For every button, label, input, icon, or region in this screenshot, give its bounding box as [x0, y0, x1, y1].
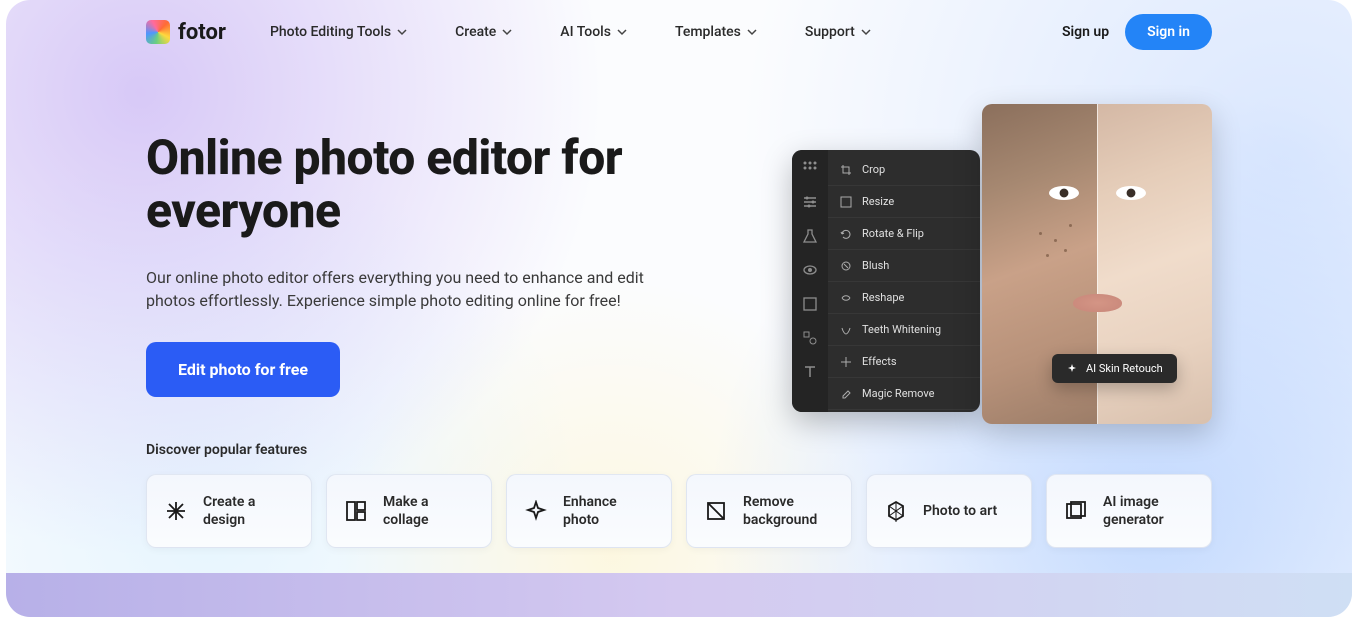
- feature-enhance-photo[interactable]: Enhance photo: [506, 474, 672, 548]
- chevron-down-icon: [397, 27, 407, 37]
- menu-label: Rotate & Flip: [862, 227, 924, 240]
- menu-reshape[interactable]: Reshape: [828, 282, 980, 314]
- ai-skin-retouch-badge: AI Skin Retouch: [1052, 354, 1177, 383]
- menu-blush[interactable]: Blush: [828, 250, 980, 282]
- menu-magic-remove[interactable]: Magic Remove: [828, 378, 980, 410]
- logo[interactable]: fotor: [146, 20, 226, 45]
- menu-label: Reshape: [862, 291, 904, 304]
- freckle-icon: [1046, 254, 1049, 257]
- chevron-down-icon: [617, 27, 627, 37]
- art-icon: [885, 500, 907, 522]
- feature-label: Photo to art: [923, 502, 997, 520]
- flask-icon: [802, 228, 818, 244]
- freckle-icon: [1054, 239, 1057, 242]
- nav-create[interactable]: Create: [455, 24, 512, 40]
- nav-ai-tools[interactable]: AI Tools: [560, 24, 627, 40]
- ai-image-icon: [1065, 500, 1087, 522]
- chevron-down-icon: [747, 27, 757, 37]
- nav-templates[interactable]: Templates: [675, 24, 757, 40]
- menu-label: Teeth Whitening: [862, 323, 941, 336]
- lips-icon: [1074, 294, 1122, 312]
- feature-create-design[interactable]: Create a design: [146, 474, 312, 548]
- effects-icon: [840, 356, 852, 368]
- nav-support[interactable]: Support: [805, 24, 871, 40]
- signin-button[interactable]: Sign in: [1125, 14, 1212, 50]
- eye-icon: [802, 262, 818, 278]
- hero-content: Online photo editor for everyone Our onl…: [146, 104, 752, 412]
- page-subtitle: Our online photo editor offers everythin…: [146, 266, 666, 312]
- sliders-icon: [802, 194, 818, 210]
- eraser-icon: [840, 388, 852, 400]
- feature-label: AI image generator: [1103, 493, 1193, 529]
- feature-label: Enhance photo: [563, 493, 653, 529]
- freckle-icon: [1064, 249, 1067, 252]
- teeth-icon: [840, 324, 852, 336]
- signup-link[interactable]: Sign up: [1062, 24, 1109, 40]
- grid-icon: [802, 160, 818, 176]
- feature-make-collage[interactable]: Make a collage: [326, 474, 492, 548]
- feature-remove-background[interactable]: Remove background: [686, 474, 852, 548]
- hero-preview: Crop Resize Rotate & Flip Blush Reshape …: [792, 104, 1212, 412]
- eye-icon: [1049, 186, 1079, 200]
- logo-text: fotor: [178, 20, 226, 45]
- menu-effects[interactable]: Effects: [828, 346, 980, 378]
- feature-ai-image-generator[interactable]: AI image generator: [1046, 474, 1212, 548]
- feature-photo-to-art[interactable]: Photo to art: [866, 474, 1032, 548]
- resize-icon: [840, 196, 852, 208]
- nav-label: Support: [805, 24, 855, 40]
- menu-teeth[interactable]: Teeth Whitening: [828, 314, 980, 346]
- text-icon: [802, 364, 818, 380]
- freckle-icon: [1039, 232, 1042, 235]
- logo-mark-icon: [146, 20, 170, 44]
- feature-label: Remove background: [743, 493, 833, 529]
- nav-label: Create: [455, 24, 496, 40]
- features-heading: Discover popular features: [146, 442, 1212, 458]
- hero-section: Online photo editor for everyone Our onl…: [6, 64, 1352, 412]
- editor-panel-mockup: Crop Resize Rotate & Flip Blush Reshape …: [792, 150, 980, 412]
- nav-label: AI Tools: [560, 24, 611, 40]
- chevron-down-icon: [502, 27, 512, 37]
- sparkle-icon: [525, 500, 547, 522]
- badge-label: AI Skin Retouch: [1086, 362, 1163, 375]
- edit-photo-cta-button[interactable]: Edit photo for free: [146, 342, 340, 397]
- feature-label: Create a design: [203, 493, 293, 529]
- rotate-icon: [840, 228, 852, 240]
- remove-bg-icon: [705, 500, 727, 522]
- collage-icon: [345, 500, 367, 522]
- feature-label: Make a collage: [383, 493, 473, 529]
- features-row: Create a design Make a collage Enhance p…: [146, 474, 1212, 548]
- editor-menu-list: Crop Resize Rotate & Flip Blush Reshape …: [828, 150, 980, 412]
- editor-icon-column: [792, 150, 828, 412]
- reshape-icon: [840, 292, 852, 304]
- nav-photo-editing-tools[interactable]: Photo Editing Tools: [270, 24, 407, 40]
- freckle-icon: [1069, 224, 1072, 227]
- footer-gradient-strip: [6, 573, 1352, 617]
- menu-label: Resize: [862, 195, 894, 208]
- nav-label: Photo Editing Tools: [270, 24, 391, 40]
- nav-label: Templates: [675, 24, 741, 40]
- crop-icon: [840, 164, 852, 176]
- design-icon: [165, 500, 187, 522]
- page-title: Online photo editor for everyone: [146, 132, 752, 238]
- features-section: Discover popular features Create a desig…: [6, 412, 1352, 548]
- eye-icon: [1116, 186, 1146, 200]
- frame-icon: [802, 296, 818, 312]
- header: fotor Photo Editing Tools Create AI Tool…: [6, 0, 1352, 64]
- sparkle-icon: [1066, 363, 1078, 375]
- chevron-down-icon: [861, 27, 871, 37]
- main-nav: Photo Editing Tools Create AI Tools Temp…: [270, 24, 1062, 40]
- menu-label: Effects: [862, 355, 897, 368]
- auth-actions: Sign up Sign in: [1062, 14, 1212, 50]
- menu-label: Magic Remove: [862, 387, 934, 400]
- menu-rotate[interactable]: Rotate & Flip: [828, 218, 980, 250]
- menu-crop[interactable]: Crop: [828, 154, 980, 186]
- menu-label: Blush: [862, 259, 889, 272]
- menu-label: Crop: [862, 163, 885, 176]
- menu-resize[interactable]: Resize: [828, 186, 980, 218]
- blush-icon: [840, 260, 852, 272]
- shapes-icon: [802, 330, 818, 346]
